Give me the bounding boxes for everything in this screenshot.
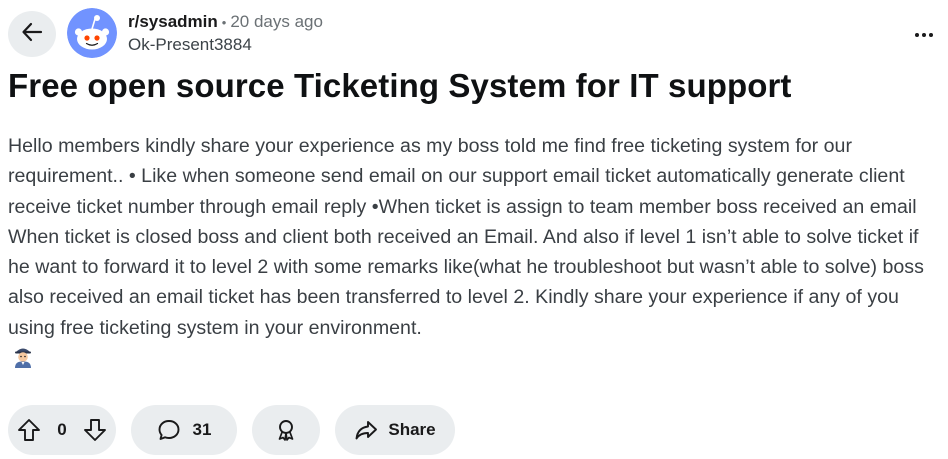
share-label: Share <box>388 420 436 439</box>
vote-bar: 0 <box>8 405 116 455</box>
upvote-button[interactable] <box>16 417 42 443</box>
comments-button[interactable]: 31 <box>131 405 237 455</box>
back-button[interactable] <box>8 11 56 57</box>
post-meta: r/sysadmin • 20 days ago Ok-Present3884 <box>128 11 323 56</box>
vote-count: 0 <box>57 420 67 439</box>
author-username[interactable]: Ok-Present3884 <box>128 34 323 56</box>
subreddit-avatar[interactable] <box>67 8 117 58</box>
award-icon <box>278 420 294 441</box>
comment-count: 31 <box>192 420 212 439</box>
arrow-left-icon <box>21 21 43 48</box>
downvote-button[interactable] <box>82 417 108 443</box>
award-button[interactable] <box>252 405 320 455</box>
comment-bubble-icon <box>158 420 179 440</box>
upvote-arrow-icon <box>18 419 40 441</box>
post-title: Free open source Ticketing System for IT… <box>8 67 792 104</box>
share-arrow-icon <box>355 421 378 440</box>
more-options-button[interactable] <box>908 18 940 50</box>
post-actions: 0 31 Share <box>8 405 455 455</box>
reddit-snoo-avatar <box>67 8 117 58</box>
post-body: Hello members kindly share your experien… <box>8 135 924 339</box>
post-timestamp: 20 days ago <box>230 12 323 31</box>
detective-emoji-icon <box>11 344 35 368</box>
meta-separator: • <box>221 15 227 30</box>
more-horizontal-icon <box>914 25 934 43</box>
subreddit-link[interactable]: r/sysadmin <box>128 12 218 31</box>
share-button[interactable]: Share <box>335 405 455 455</box>
downvote-arrow-icon <box>84 419 106 441</box>
